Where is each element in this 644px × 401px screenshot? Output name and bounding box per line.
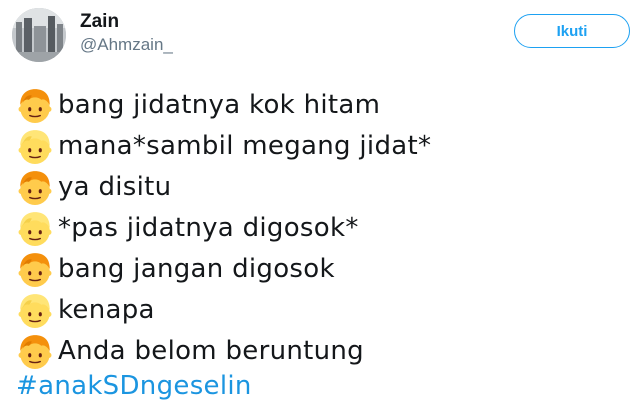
boy-emoji-icon bbox=[16, 332, 54, 370]
follow-button[interactable]: Ikuti bbox=[514, 14, 630, 48]
display-name[interactable]: Zain bbox=[80, 10, 173, 34]
tweet-line-text: Anda belom beruntung bbox=[58, 335, 364, 366]
hashtag-link[interactable]: #anakSDngeselin bbox=[16, 371, 252, 401]
tweet-line-text: bang jidatnya kok hitam bbox=[58, 89, 381, 120]
boy-emoji-icon bbox=[16, 168, 54, 206]
user-handle[interactable]: @Ahmzain_ bbox=[80, 34, 173, 56]
avatar[interactable] bbox=[12, 8, 66, 62]
tweet-line: *pas jidatnya digosok* bbox=[16, 207, 636, 248]
tweet-line: Anda belom beruntung bbox=[16, 330, 636, 371]
boy-emoji-icon bbox=[16, 291, 54, 329]
user-info: Zain @Ahmzain_ bbox=[80, 10, 173, 56]
tweet-line: bang jidatnya kok hitam bbox=[16, 84, 636, 125]
tweet-line-text: ya disitu bbox=[58, 171, 172, 202]
tweet-line: bang jangan digosok bbox=[16, 248, 636, 289]
boy-emoji-icon bbox=[16, 250, 54, 288]
tweet-line: kenapa bbox=[16, 289, 636, 330]
tweet-line-text: kenapa bbox=[58, 294, 155, 325]
boy-emoji-icon bbox=[16, 209, 54, 247]
tweet-header: Zain @Ahmzain_ Ikuti bbox=[10, 6, 634, 62]
profile-photo-icon bbox=[12, 8, 66, 62]
tweet-line-text: *pas jidatnya digosok* bbox=[58, 212, 359, 243]
tweet-text: bang jidatnya kok hitam mana*sambil mega… bbox=[16, 84, 636, 401]
boy-emoji-icon bbox=[16, 86, 54, 124]
boy-emoji-icon bbox=[16, 127, 54, 165]
tweet-line-text: mana*sambil megang jidat* bbox=[58, 130, 432, 161]
tweet-line: mana*sambil megang jidat* bbox=[16, 125, 636, 166]
tweet-line-text: bang jangan digosok bbox=[58, 253, 335, 284]
tweet-card: Zain @Ahmzain_ Ikuti bang jidatnya kok h… bbox=[0, 0, 644, 401]
tweet-line: ya disitu bbox=[16, 166, 636, 207]
